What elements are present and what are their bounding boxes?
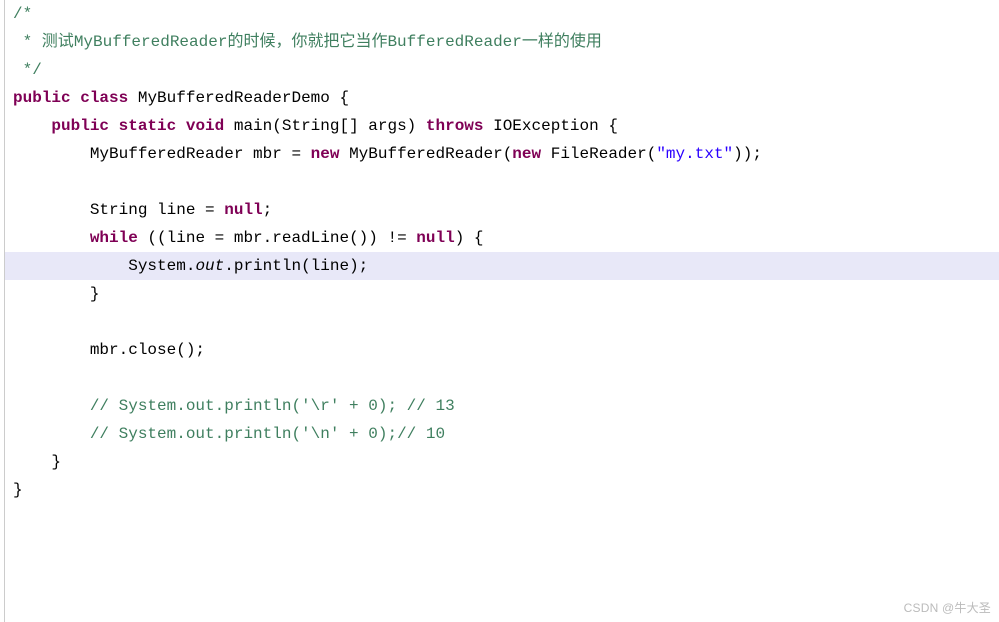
code-text: ) { — [455, 229, 484, 247]
code-line: while ((line = mbr.readLine()) != null) … — [5, 224, 999, 252]
code-line: } — [5, 476, 999, 504]
keyword-while: while — [90, 229, 138, 247]
code-text: .println(line); — [224, 257, 368, 275]
code-text: FileReader( — [541, 145, 656, 163]
blank-line — [13, 313, 90, 331]
code-line — [5, 168, 999, 196]
comment-text: 一样的使用 — [522, 33, 602, 51]
code-text: MyBufferedReader( — [339, 145, 512, 163]
code-text: ; — [263, 201, 273, 219]
comment-start: /* — [13, 5, 32, 23]
keyword-public: public — [51, 117, 109, 135]
code-line: // System.out.println('\r' + 0); // 13 — [5, 392, 999, 420]
keyword-static: static — [119, 117, 177, 135]
indent — [13, 117, 51, 135]
code-text: MyBufferedReader mbr = — [90, 145, 311, 163]
code-text: } — [13, 481, 23, 499]
code-text: } — [13, 453, 61, 471]
code-line: String line = null; — [5, 196, 999, 224]
code-text: } — [13, 285, 99, 303]
comment-text: MyBufferedReader — [74, 33, 228, 51]
keyword-public: public — [13, 89, 71, 107]
code-line: mbr.close(); — [5, 336, 999, 364]
keyword-void: void — [186, 117, 224, 135]
keyword-throws: throws — [426, 117, 484, 135]
indent — [13, 341, 90, 359]
code-line: // System.out.println('\n' + 0);// 10 — [5, 420, 999, 448]
code-line: } — [5, 448, 999, 476]
keyword-class: class — [80, 89, 128, 107]
code-line-highlighted: System.out.println(line); — [5, 252, 999, 280]
code-text: String line = — [90, 201, 224, 219]
blank-line — [13, 173, 90, 191]
code-line: } — [5, 280, 999, 308]
code-text: ((line = mbr.readLine()) != — [138, 229, 416, 247]
code-line: public static void main(String[] args) t… — [5, 112, 999, 140]
exception-type: IOException { — [484, 117, 618, 135]
method-main: main(String[] args) — [224, 117, 426, 135]
indent — [13, 257, 128, 275]
field-out: out — [195, 257, 224, 275]
code-text: )); — [733, 145, 762, 163]
code-line: public class MyBufferedReaderDemo { — [5, 84, 999, 112]
comment-text: BufferedReader — [387, 33, 521, 51]
keyword-null: null — [224, 201, 262, 219]
line-comment: // System.out.println('\r' + 0); // 13 — [90, 397, 455, 415]
code-text: System. — [128, 257, 195, 275]
line-comment: // System.out.println('\n' + 0);// 10 — [90, 425, 445, 443]
brace: { — [330, 89, 349, 107]
indent — [13, 229, 90, 247]
code-line: * 测试MyBufferedReader的时候，你就把它当作BufferedRe… — [5, 28, 999, 56]
code-editor: /* * 测试MyBufferedReader的时候，你就把它当作Buffere… — [4, 0, 999, 622]
keyword-null: null — [416, 229, 454, 247]
watermark-text: CSDN @牛大圣 — [904, 599, 991, 616]
class-name: MyBufferedReaderDemo — [138, 89, 330, 107]
keyword-new: new — [512, 145, 541, 163]
blank-line — [13, 369, 90, 387]
indent — [13, 425, 90, 443]
keyword-new: new — [311, 145, 340, 163]
indent — [13, 201, 90, 219]
comment-end: */ — [13, 61, 42, 79]
string-literal: "my.txt" — [656, 145, 733, 163]
indent — [13, 145, 90, 163]
code-line — [5, 364, 999, 392]
comment-text: * 测试 — [13, 33, 74, 51]
code-text: mbr.close(); — [90, 341, 205, 359]
code-line: /* — [5, 0, 999, 28]
code-line: MyBufferedReader mbr = new MyBufferedRea… — [5, 140, 999, 168]
comment-text: 的时候，你就把它当作 — [227, 33, 387, 51]
code-line — [5, 308, 999, 336]
code-line: */ — [5, 56, 999, 84]
indent — [13, 397, 90, 415]
